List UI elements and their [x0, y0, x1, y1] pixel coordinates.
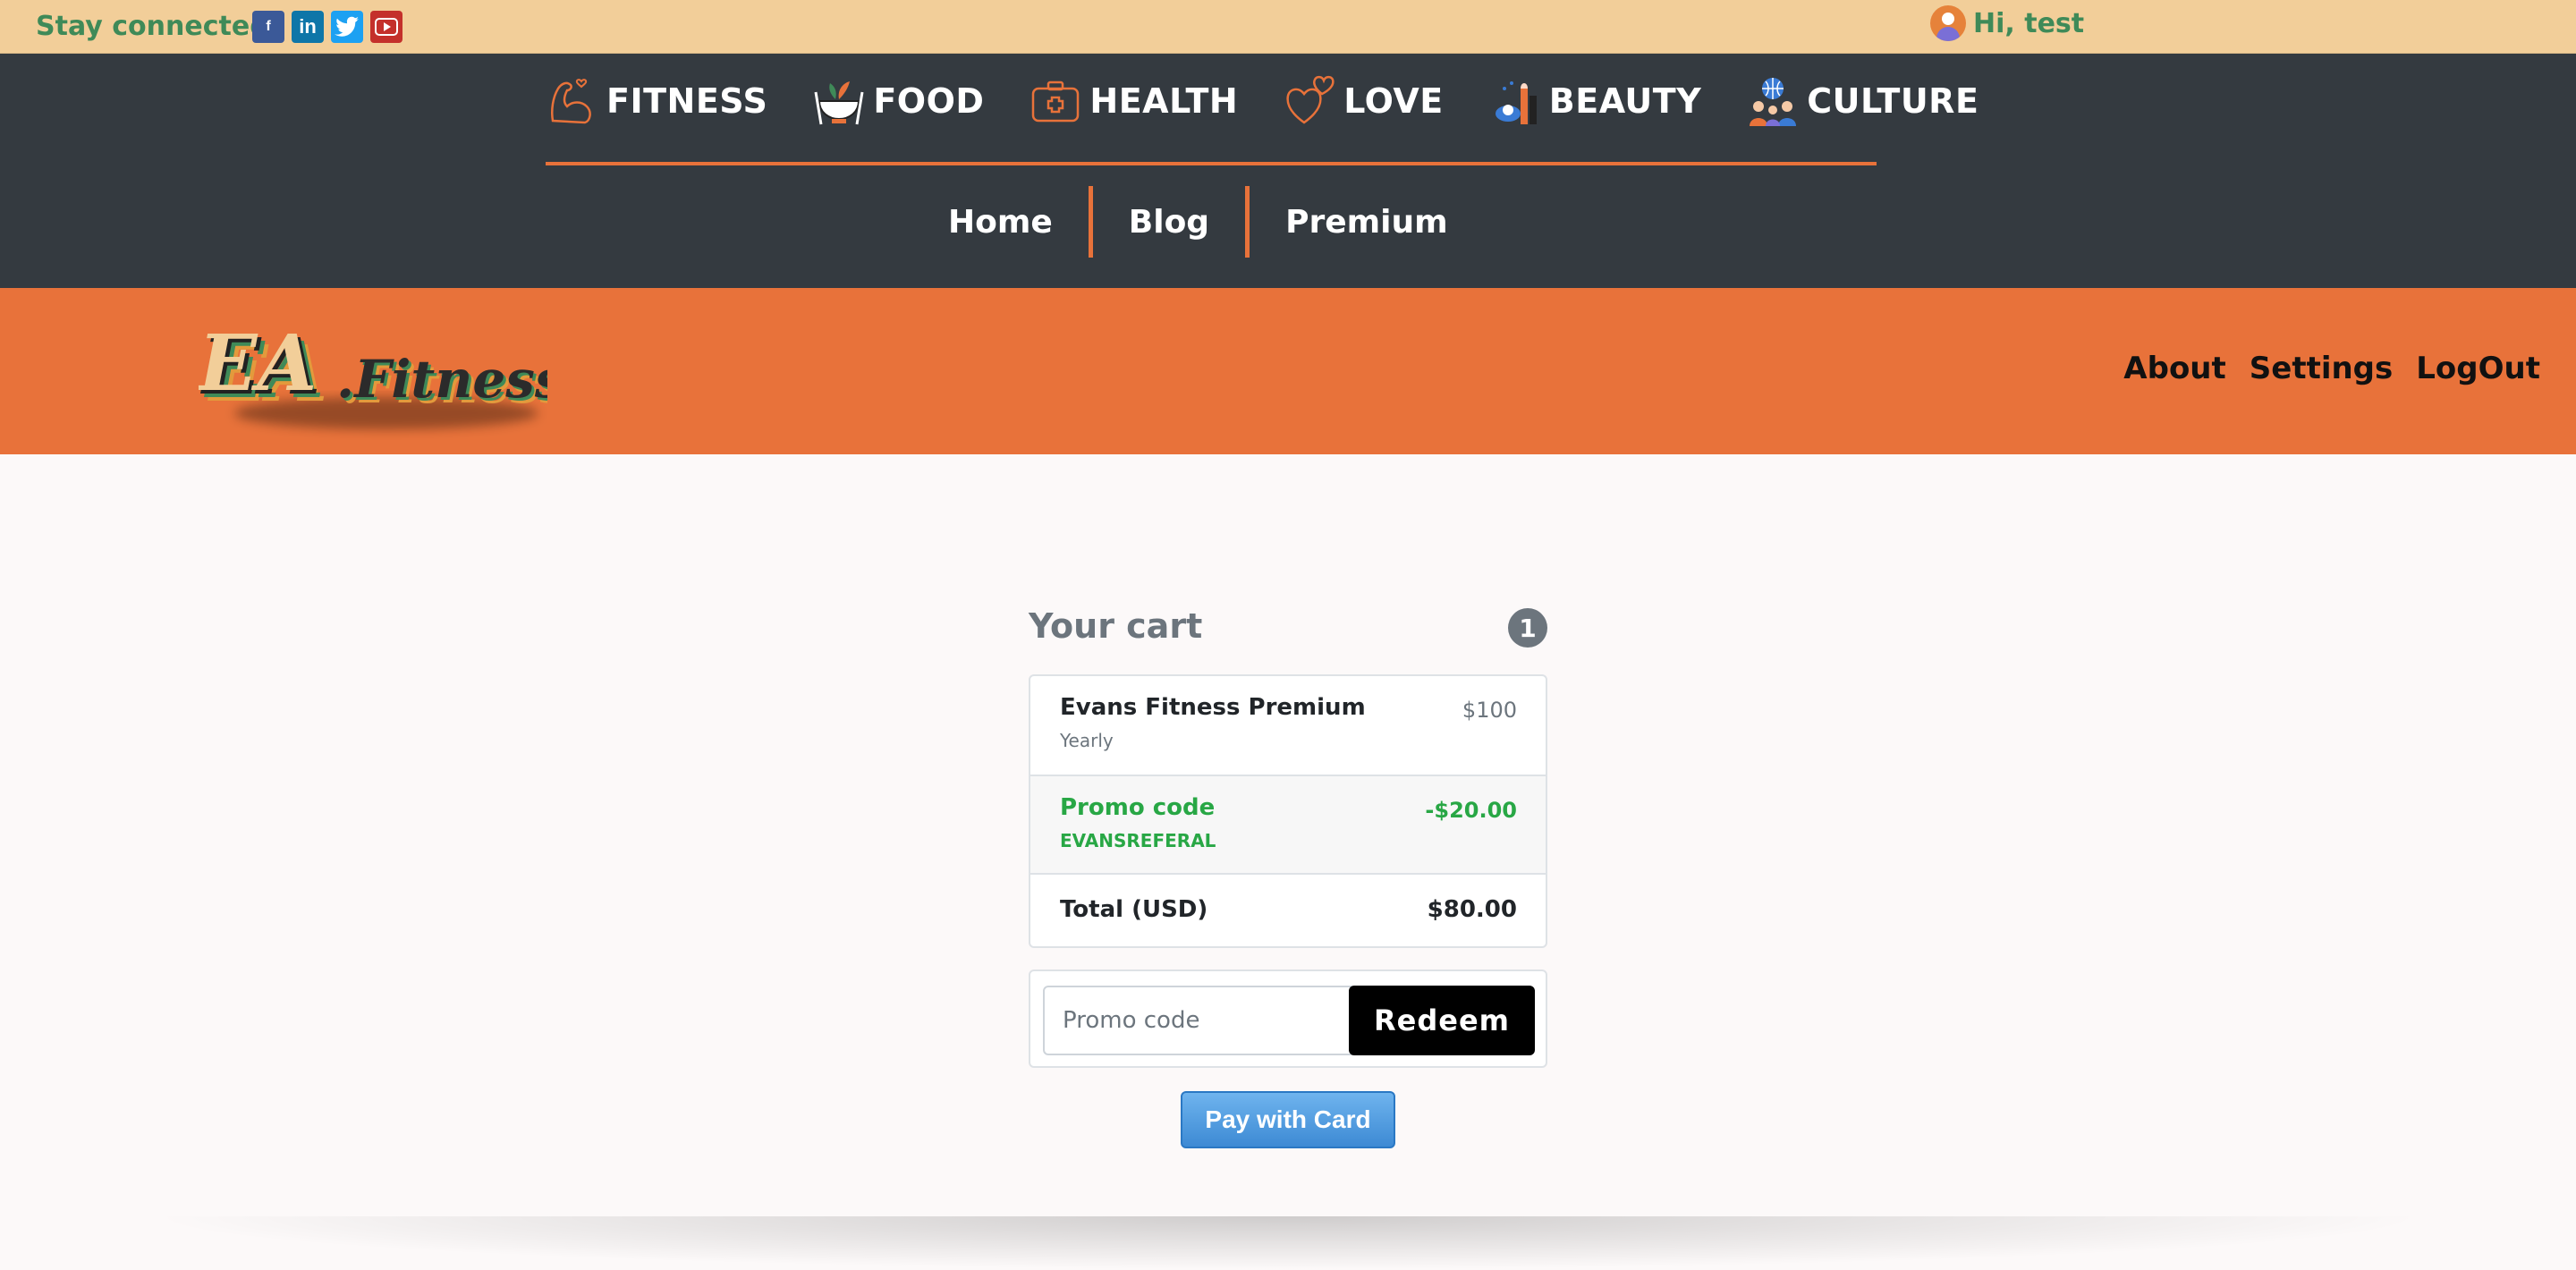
promo-row: Promo code EVANSREFERAL -$20.00: [1030, 776, 1546, 875]
promo-code-value: EVANSREFERAL: [1060, 830, 1216, 851]
nav-home[interactable]: Home: [912, 204, 1089, 241]
category-label: BEAUTY: [1548, 81, 1702, 121]
category-label: LOVE: [1343, 81, 1444, 121]
category-love[interactable]: LOVE: [1283, 74, 1444, 128]
cart-title: Your cart: [1029, 606, 1203, 646]
category-culture[interactable]: CULTURE: [1746, 74, 1979, 128]
total-row: Total (USD) $80.00: [1030, 875, 1546, 946]
cart-count-badge: 1: [1508, 608, 1547, 648]
promo-code-form: Redeem: [1029, 969, 1547, 1068]
first-aid-kit-icon: [1029, 74, 1082, 128]
total-amount: $80.00: [1427, 896, 1517, 923]
user-greeting[interactable]: Hi, test: [1930, 5, 2084, 41]
cosmetics-icon: [1488, 74, 1542, 128]
item-price: $100: [1462, 698, 1517, 723]
category-beauty[interactable]: BEAUTY: [1488, 74, 1701, 128]
settings-link[interactable]: Settings: [2250, 351, 2394, 386]
greeting-text: Hi, test: [1973, 7, 2085, 39]
svg-text:EA: EA: [199, 324, 317, 409]
linkedin-icon[interactable]: in: [292, 11, 324, 43]
item-name: Evans Fitness Premium: [1060, 694, 1366, 721]
category-divider-line: [546, 162, 1877, 165]
stay-connected-text: Stay connected: [36, 11, 269, 42]
category-health[interactable]: HEALTH: [1029, 74, 1238, 128]
food-bowl-icon: [812, 74, 866, 128]
promo-discount: -$20.00: [1425, 798, 1517, 823]
category-label: FOOD: [873, 81, 985, 121]
total-label: Total (USD): [1060, 896, 1208, 923]
logout-link[interactable]: LogOut: [2416, 351, 2540, 386]
cart-item-row: Evans Fitness Premium Yearly $100: [1030, 676, 1546, 776]
about-link[interactable]: About: [2123, 351, 2225, 386]
top-bar: Stay connected f in Hi, test: [0, 0, 2576, 54]
nav-blog[interactable]: Blog: [1093, 204, 1245, 241]
avatar: [1930, 5, 1966, 41]
twitter-icon[interactable]: [331, 11, 363, 43]
category-list: FITNESS FOOD HEALTH LOVE BEAUTY CULTURE: [546, 72, 1979, 131]
twitter-bird-glyph: [335, 16, 359, 37]
item-billing-period: Yearly: [1060, 730, 1114, 751]
svg-text:.Fitness: .Fitness: [336, 349, 547, 410]
category-fitness[interactable]: FITNESS: [546, 74, 767, 128]
category-label: FITNESS: [606, 81, 768, 121]
promo-label: Promo code: [1060, 794, 1216, 821]
muscle-arm-icon: [546, 74, 599, 128]
redeem-button[interactable]: Redeem: [1349, 986, 1535, 1055]
nav-premium[interactable]: Premium: [1250, 204, 1484, 241]
sub-nav: Home Blog Premium: [912, 186, 1484, 258]
hearts-icon: [1283, 74, 1336, 128]
facebook-icon[interactable]: f: [252, 11, 284, 43]
account-nav: About Settings LogOut: [2123, 351, 2540, 386]
category-food[interactable]: FOOD: [812, 74, 984, 128]
people-globe-icon: [1746, 74, 1800, 128]
youtube-play-glyph: [375, 18, 398, 36]
pay-with-card-button[interactable]: Pay with Card: [1181, 1091, 1395, 1148]
ea-fitness-logo[interactable]: EA EA EA EA .Fitness .Fitness .Fitness: [196, 318, 570, 440]
footer-shadow: [143, 1216, 2433, 1270]
brand-bar: EA EA EA EA .Fitness .Fitness .Fitness A…: [0, 288, 2576, 454]
category-nav: FITNESS FOOD HEALTH LOVE BEAUTY CULTURE …: [0, 54, 2576, 288]
category-label: HEALTH: [1089, 81, 1239, 121]
promo-code-input[interactable]: [1043, 986, 1352, 1055]
youtube-icon[interactable]: [370, 11, 402, 43]
category-label: CULTURE: [1807, 81, 1979, 121]
cart-list: Evans Fitness Premium Yearly $100 Promo …: [1029, 674, 1547, 948]
